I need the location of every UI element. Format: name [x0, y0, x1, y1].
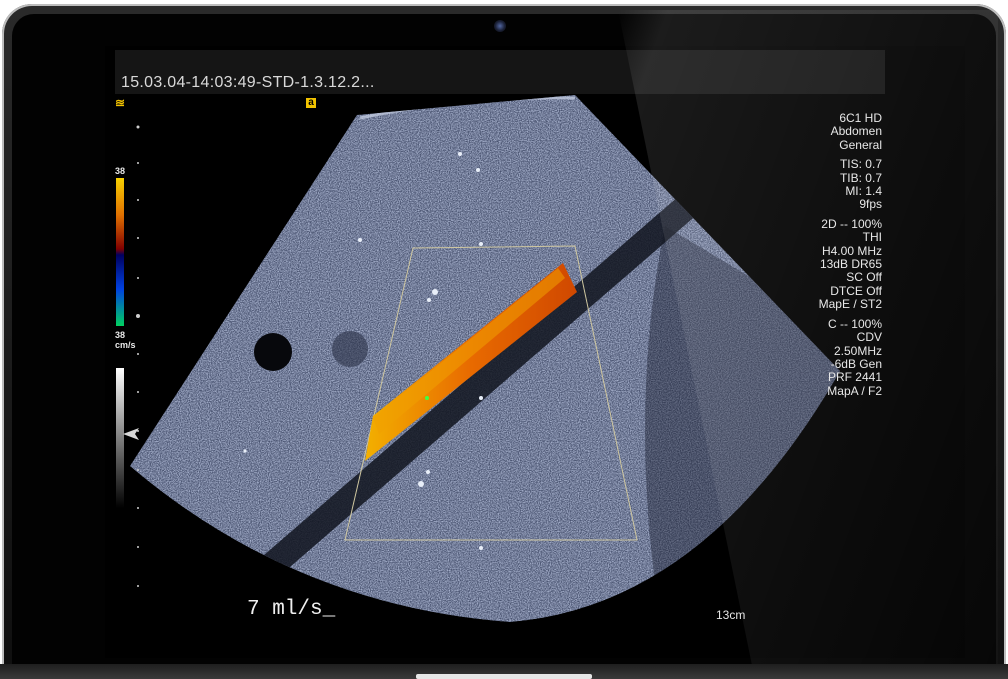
tib-value: TIB: 0.7	[839, 170, 882, 185]
mi-value: MI: 1.4	[845, 184, 882, 199]
laptop-notch	[416, 674, 592, 679]
mode-2d-thi: THI	[862, 230, 882, 245]
preset: Abdomen	[830, 124, 882, 139]
parameter-panel: 6C1 HD Abdomen General TIS: 0.7 TIB: 0.7…	[818, 111, 882, 404]
color-power: C -- 100%	[827, 316, 882, 331]
color-scale-bottom: 38	[115, 330, 126, 340]
sub-preset: General	[839, 137, 882, 152]
gain-marker-icon[interactable]	[123, 428, 139, 440]
tis-value: TIS: 0.7	[839, 157, 882, 172]
probe-info: 6C1 HD Abdomen General	[819, 111, 882, 152]
frame-rate: 9fps	[859, 197, 882, 212]
freeze-indicator-icon: a	[306, 98, 316, 108]
color-scale-unit: cm/s	[115, 340, 136, 350]
ultrasound-screen: 15.03.04-14:03:49-STD-1.3.12.2... ≊ a 38…	[105, 46, 965, 658]
mode-2d-freq: H4.00 MHz	[821, 243, 882, 258]
depth-scale-ticks	[136, 125, 140, 587]
depth-label: 13cm	[716, 608, 746, 622]
mode-2d-power: 2D -- 100%	[821, 216, 882, 231]
grayscale-map-icon: ≊	[115, 96, 126, 110]
color-map: MapA / F2	[827, 383, 882, 398]
mode-2d-dtce: DTCE Off	[830, 283, 882, 298]
mode-2d-sc: SC Off	[846, 270, 882, 285]
mode-color-info: C -- 100% CDV 2.50MHz -6dB Gen PRF 2441 …	[819, 316, 882, 398]
mode-2d-gain: 13dB DR65	[819, 257, 882, 272]
color-mode: CDV	[856, 330, 882, 345]
grayscale-bar	[116, 368, 124, 508]
color-prf: PRF 2441	[827, 370, 882, 385]
safety-info: TIS: 0.7 TIB: 0.7 MI: 1.4 9fps	[819, 157, 882, 212]
webcam-icon	[494, 20, 506, 32]
mode-2d-info: 2D -- 100% THI H4.00 MHz 13dB DR65 SC Of…	[818, 216, 882, 312]
color-freq: 2.50MHz	[833, 343, 882, 358]
mode-2d-map: MapE / ST2	[818, 297, 882, 312]
color-scale-top: 38	[115, 166, 126, 176]
color-gain: -6dB Gen	[830, 356, 882, 371]
probe-model: 6C1 HD	[839, 111, 882, 125]
flow-rate-label: 7 ml/s_	[247, 598, 336, 621]
color-scale-bar	[116, 178, 124, 326]
